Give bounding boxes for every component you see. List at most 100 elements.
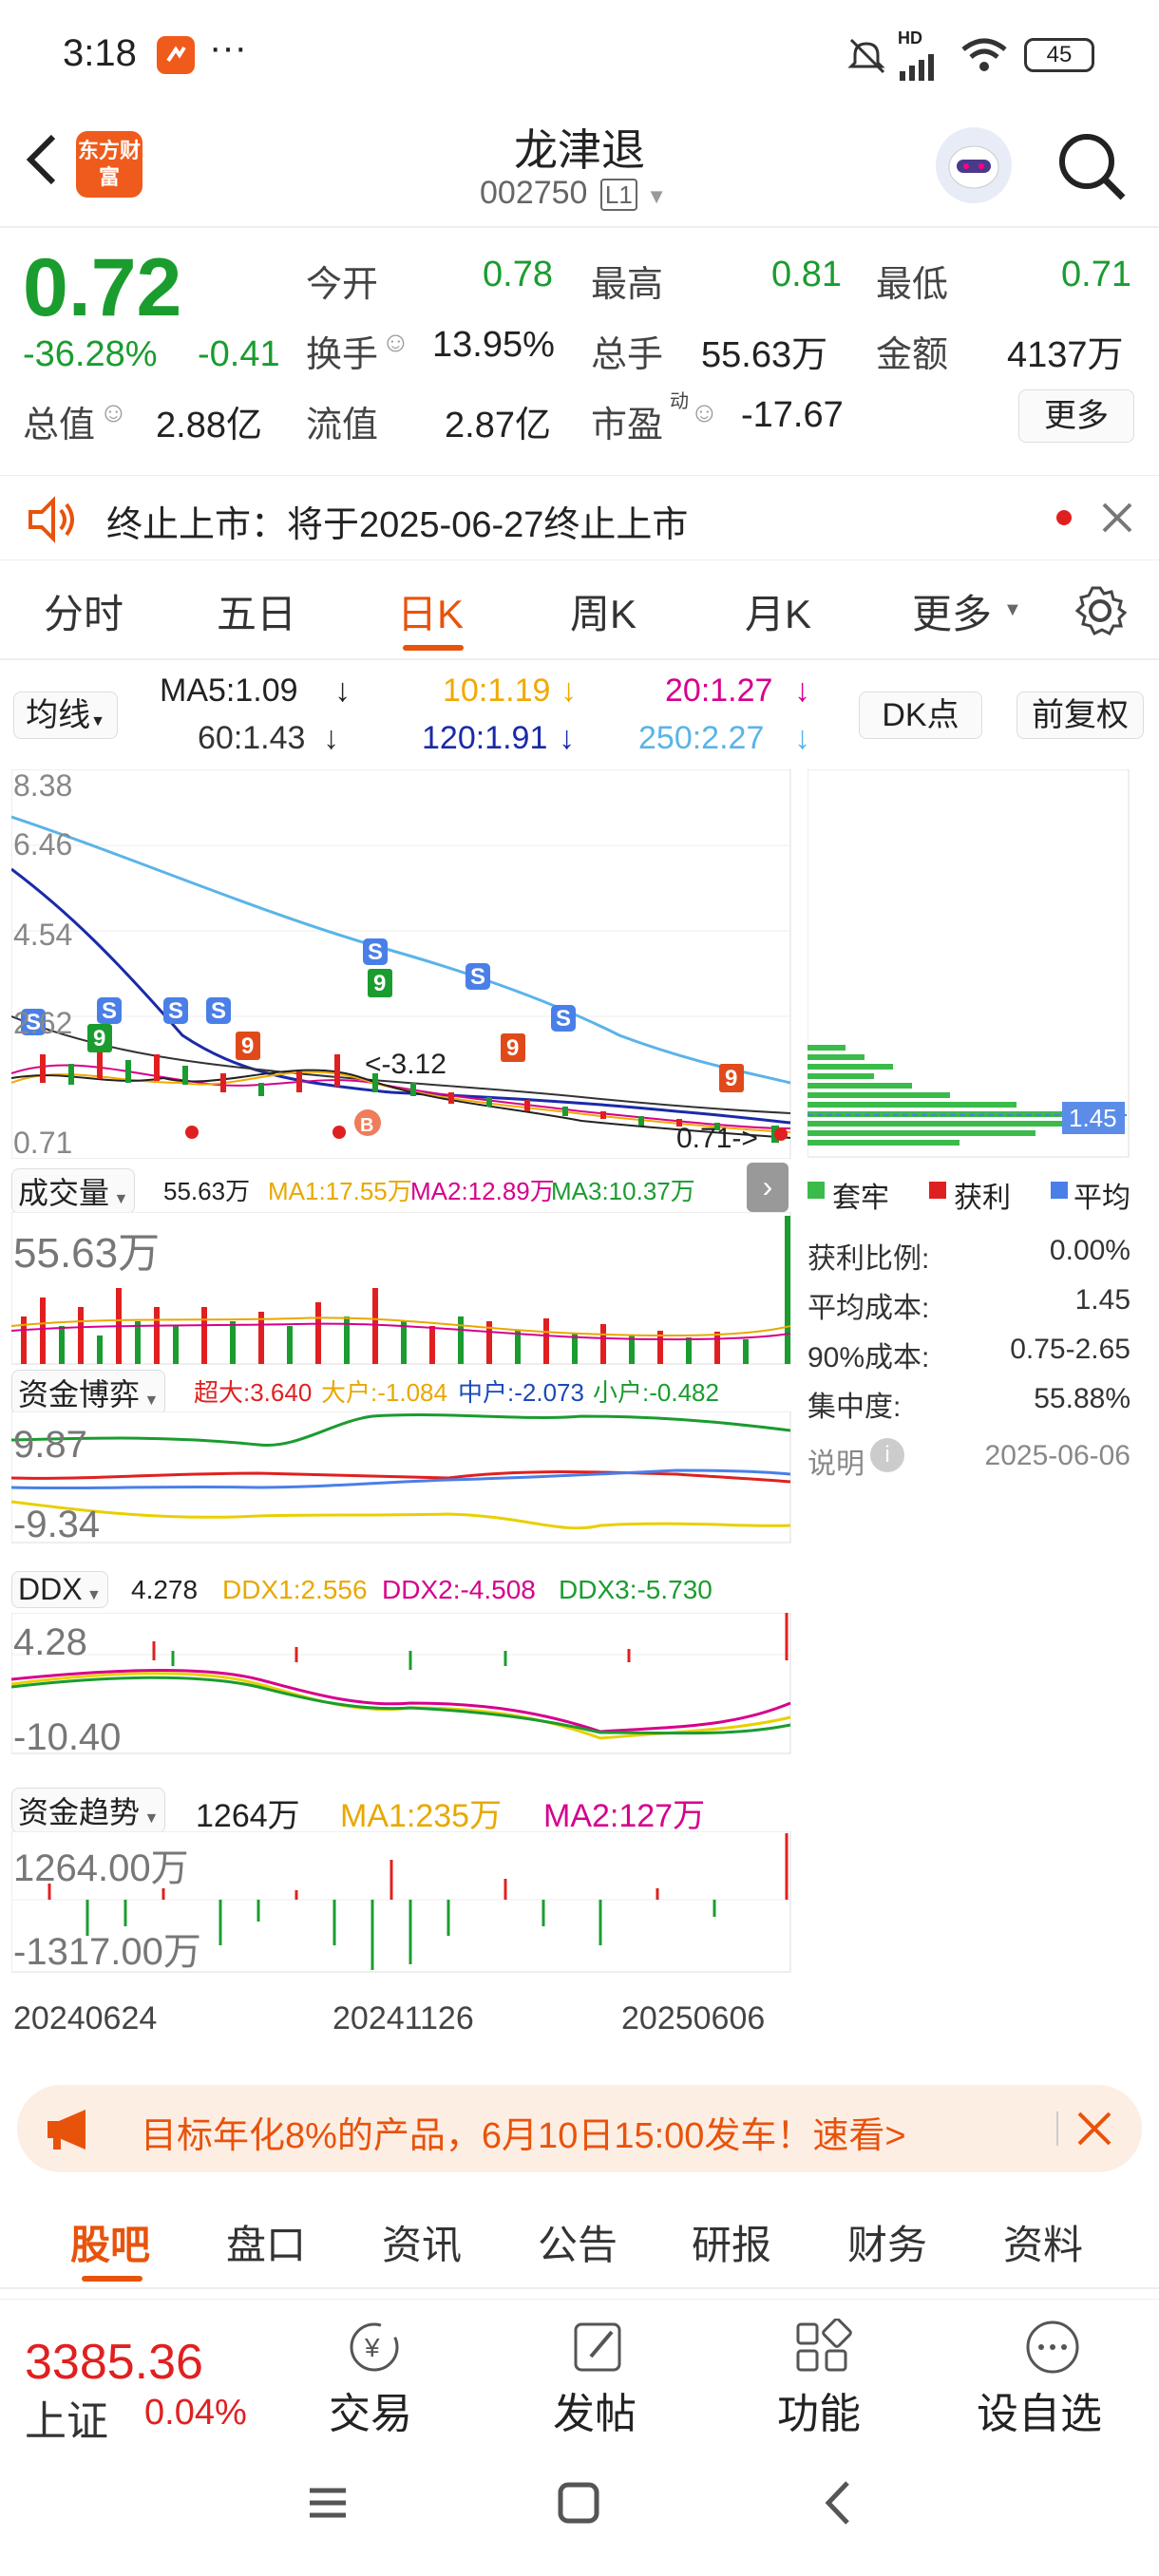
down-arrow-icon: ↓ [794,720,810,756]
ma-legend: 均线▼ MA5:1.09 10:1.19 20:1.27 60:1.43 120… [0,665,1159,779]
low-annotation: 0.71-> [676,1123,758,1154]
dk-point-button[interactable]: DK点 [859,691,982,739]
app-notification-icon [157,36,195,74]
chip-distribution-chart[interactable]: 1.45 [808,769,1130,1159]
close-icon[interactable] [1098,499,1136,541]
tab-five-day[interactable]: 五日 [217,582,296,640]
legend-swatch [1051,1182,1068,1199]
volume-selector[interactable]: 成交量 ▼ [11,1168,136,1214]
fund-trend-value: 1264万 [196,1798,300,1834]
ma-selector-label: 均线 [26,697,91,733]
turnover-value: 13.95% [432,325,555,365]
down-arrow-icon: ↓ [560,672,577,709]
volume-ma2: MA2:12.89万 [410,1177,555,1205]
tab-research[interactable]: 研报 [692,2213,771,2271]
bottom-dock: 3385.36 上证 0.04% ¥ 交易 发帖 功能 设自选 [0,2299,1159,2445]
caret-down-icon: ▼ [1003,599,1022,620]
more-button[interactable]: 更多 [1018,389,1134,443]
functions-button[interactable]: 功能 [762,2319,885,2442]
fund-game-chart[interactable]: 9.87 -9.34 [11,1411,792,1544]
promo-banner[interactable]: 目标年化8%的产品，6月10日15:00发车！速看> [17,2085,1142,2172]
fund-trend-top-label: 1264.00万 [13,1847,189,1889]
row-label: 平均成本: [808,1293,930,1324]
assistant-avatar[interactable] [936,127,1012,203]
post-button[interactable]: 发帖 [538,2319,661,2442]
info-icon[interactable]: ☺ [99,397,128,429]
down-arrow-icon: ↓ [334,672,351,709]
legend-swatch [929,1182,946,1199]
fund-game-selector[interactable]: 资金博弈 ▼ [11,1370,166,1415]
add-watchlist-button[interactable]: 设自选 [969,2319,1140,2442]
down-arrow-icon: ↓ [559,720,575,756]
field-label: 最高 [591,265,664,305]
quote-panel: 0.72 -36.28% -0.41 今开 0.78 最高 0.81 最低 0.… [0,228,1159,456]
distribution-legend: 套牢 获利 平均 [808,1172,1130,1214]
dock-label: 交易 [329,2391,412,2437]
fund-trend-selector[interactable]: 资金趋势 ▼ [11,1788,166,1833]
fund-trend-chart[interactable]: 1264.00万 -1317.00万 [11,1831,792,1974]
y-label: 4.54 [13,918,72,952]
stock-code-row[interactable]: 002750 L1 ▼ [480,175,667,212]
fund-trend-selector-label: 资金趋势 [18,1795,141,1829]
back-nav-icon[interactable] [815,2479,863,2531]
search-icon[interactable] [1054,129,1130,210]
ma10-value: 10:1.19 [443,672,551,709]
svg-text:S: S [470,964,485,990]
change-amount: -0.41 [198,334,280,374]
notice-bar[interactable]: 终止上市：将于2025-06-27终止上市 [0,475,1159,560]
info-tabs: 股吧 盘口 资讯 公告 研报 财务 资料 [0,2185,1159,2289]
settings-gear-icon[interactable] [1074,584,1128,642]
tab-guba[interactable]: 股吧 [70,2213,150,2271]
close-icon[interactable] [1074,2108,1115,2154]
ma-selector[interactable]: 均线▼ [13,691,118,739]
info-icon[interactable]: ☺ [690,397,719,429]
tab-monthly-k[interactable]: 月K [745,582,811,640]
battery-icon: 45 [1024,38,1094,72]
chart-period-tabs: 分时 五日 日K 周K 月K 更多 ▼ [0,565,1159,660]
down-arrow-icon: ↓ [794,672,810,709]
date-label: 20250606 [621,2000,766,2036]
dock-label: 设自选 [977,2391,1102,2437]
dock-label: 功能 [777,2391,861,2437]
fund-trend-ma2: MA2:127万 [543,1798,706,1834]
adjust-button[interactable]: 前复权 [1016,691,1144,739]
fund-game-selector-label: 资金博弈 [18,1377,141,1411]
kline-chart-area[interactable]: S S S S S S S 9 9 9 9 9 B <-3.12 0.71-> … [0,769,1159,2071]
small-value: 小户:-0.482 [593,1378,719,1407]
info-icon[interactable]: ☺ [381,327,410,359]
tab-announcements[interactable]: 公告 [538,2213,618,2271]
volume-chart[interactable]: 55.63万 [11,1212,792,1366]
ddx-chart[interactable]: 4.28 -10.40 [11,1613,792,1755]
tab-more[interactable]: 更多 [912,582,992,640]
volume-ma3: MA3:10.37万 [551,1177,695,1205]
ddx-selector[interactable]: DDX ▼ [11,1571,108,1608]
tab-news[interactable]: 资讯 [382,2213,462,2271]
distribution-note[interactable]: 说明 i 2025-06-06 [808,1438,1130,1482]
svg-text:9: 9 [241,1033,254,1059]
date-label: 20241126 [332,2000,474,2036]
trade-button[interactable]: ¥ 交易 [314,2319,437,2442]
tab-intraday[interactable]: 分时 [44,582,124,640]
wifi-icon [960,36,1009,84]
y-label: 2.62 [13,1006,72,1040]
large-value: 大户:-1.084 [321,1378,447,1407]
menu-icon[interactable] [304,2479,352,2531]
fund-game-bottom-label: -9.34 [13,1504,100,1544]
kline-main-chart[interactable]: S S S S S S S 9 9 9 9 9 B <-3.12 0.71-> … [11,769,792,1159]
last-price: 0.72 [23,242,182,333]
svg-text:S: S [102,998,117,1024]
tab-finance[interactable]: 财务 [847,2213,927,2271]
distribution-row: 90%成本: 0.75-2.65 [808,1334,1130,1375]
tab-pankou[interactable]: 盘口 [226,2213,306,2271]
svg-text:S: S [211,998,226,1024]
index-ticker[interactable]: 3385.36 上证 0.04% [0,2300,285,2445]
expand-arrow-icon[interactable]: › [747,1163,788,1212]
svg-text:9: 9 [506,1035,519,1061]
tab-weekly-k[interactable]: 周K [570,582,636,640]
ddx-top-label: 4.28 [13,1621,87,1663]
tab-daily-k[interactable]: 日K [397,582,464,640]
mid-value: 中户:-2.073 [458,1378,584,1407]
ddx-selector-label: DDX [18,1572,83,1606]
tab-profile[interactable]: 资料 [1003,2213,1083,2271]
home-icon[interactable] [555,2479,602,2531]
